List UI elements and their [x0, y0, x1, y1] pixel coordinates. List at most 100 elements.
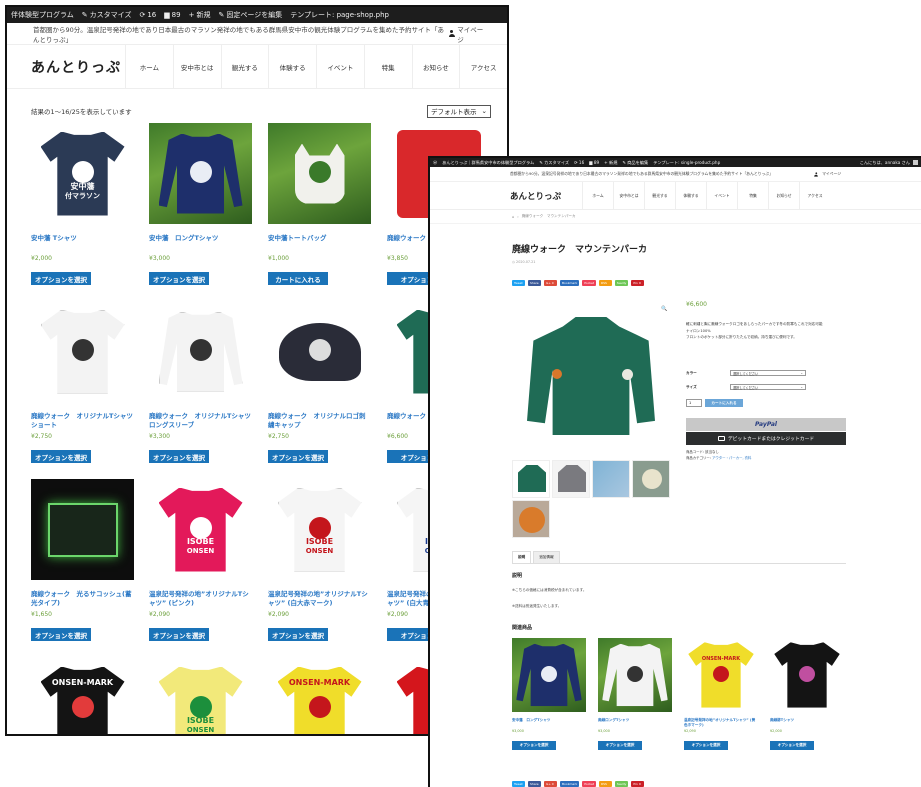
category-link[interactable]: アウター・パーカー, 衣料	[712, 456, 751, 460]
product-card[interactable]: 安中藩 ロングTシャツ ¥3,000 オプションを選択	[149, 123, 252, 285]
related-product-card[interactable]: 廃線ロングTシャツ ¥3,000 オプションを選択	[598, 638, 672, 750]
share-button[interactable]: RSS	[599, 280, 613, 286]
product-card[interactable]: 安中藩 付マラソン 安中藩 Tシャツ ¥2,000 オプションを選択	[31, 123, 134, 285]
product-card[interactable]: 廃線ウォーク 光るサコッシュ(蓄光タイプ) ¥1,650 オプションを選択	[31, 479, 134, 641]
admin-comments-link[interactable]: ▆ 89	[164, 11, 180, 19]
product-image[interactable]	[149, 123, 252, 224]
share-button[interactable]: Pocket	[582, 781, 597, 787]
front-admin-edit-link[interactable]: ✎ 商品を編集	[622, 160, 648, 166]
front-admin-comments-link[interactable]: ▆ 89	[589, 160, 599, 165]
product-main-image[interactable]	[512, 301, 670, 451]
related-product-name[interactable]: 温泉記号発祥の地”オリジナルTシャツ” (黄色ホマーク)	[684, 718, 758, 728]
nav-item[interactable]: 体験する	[268, 45, 316, 88]
related-product-card[interactable]: ONSEN-MARK 温泉記号発祥の地”オリジナルTシャツ” (黄色ホマーク) ¥2…	[684, 638, 758, 750]
nav-item[interactable]: お知らせ	[411, 45, 460, 88]
related-product-card[interactable]: 安中藩 ロングTシャツ ¥3,000 オプションを選択	[512, 638, 586, 750]
front-site-logo[interactable]: あんとりっぷ	[510, 190, 582, 202]
front-mypage-link[interactable]: マイページ	[813, 171, 841, 178]
product-image[interactable]: ONSEN-MARK	[31, 658, 134, 734]
share-button[interactable]: Share	[528, 280, 541, 286]
related-product-name[interactable]: 廃線跡Tシャツ	[770, 718, 844, 728]
product-card[interactable]: 安中藩トートバッグ ¥1,000 カートに入れる	[268, 123, 371, 285]
nav-item[interactable]: イベント	[706, 182, 737, 209]
front-admin-updates-link[interactable]: ⟳ 16	[574, 160, 584, 165]
related-product-card[interactable]: 廃線跡Tシャツ ¥2,000 オプションを選択	[770, 638, 844, 750]
product-image[interactable]: ONSEN-MARK	[268, 658, 371, 734]
nav-item[interactable]: アクセス	[799, 182, 830, 209]
share-button[interactable]: G+ 0	[544, 280, 557, 286]
home-icon[interactable]: ⌂	[512, 215, 514, 219]
nav-item[interactable]: 体験する	[675, 182, 706, 209]
thumbnail[interactable]	[592, 460, 630, 498]
product-name[interactable]: 廃線ウォーク オリジナルTシャツ ロングスリーブ	[149, 412, 257, 430]
share-button[interactable]: Pocket	[582, 280, 597, 286]
share-button[interactable]: feedly	[615, 781, 629, 787]
mypage-link[interactable]: マイページ	[448, 24, 487, 44]
select-options-button[interactable]: オプションを選択	[684, 741, 728, 750]
product-image[interactable]	[31, 301, 134, 402]
product-name[interactable]: 安中藩トートバッグ	[268, 234, 371, 252]
nav-item[interactable]: 安中市とは	[613, 182, 644, 209]
nav-item[interactable]: イベント	[316, 45, 364, 88]
nav-item[interactable]: ホーム	[125, 45, 173, 88]
admin-updates-link[interactable]: ⟳ 16	[139, 11, 156, 19]
product-image[interactable]	[268, 301, 371, 402]
product-card[interactable]: ISOBE ONSEN	[149, 658, 252, 734]
product-image[interactable]: 安中藩 付マラソン	[31, 123, 134, 224]
select-options-button[interactable]: オプションを選択	[31, 450, 91, 463]
quantity-input[interactable]: 1	[686, 399, 702, 407]
product-image[interactable]: ISOBEONSEN	[149, 479, 252, 580]
nav-item[interactable]: 観光する	[644, 182, 675, 209]
product-name[interactable]: 廃線ウォーク 光るサコッシュ(蓄光タイプ)	[31, 590, 134, 608]
share-button[interactable]: Bookmark	[560, 280, 580, 286]
product-image[interactable]: ISOBEONSEN	[149, 658, 252, 734]
admin-new-link[interactable]: + 新規	[189, 10, 211, 20]
select-options-button[interactable]: オプションを選択	[149, 628, 209, 641]
product-card[interactable]: 廃線ウォーク オリジナルTシャツ ロングスリーブ ¥3,300 オプションを選択	[149, 301, 257, 463]
select-options-button[interactable]: オプションを選択	[31, 272, 91, 285]
product-name[interactable]: 安中藩 Tシャツ	[31, 234, 134, 252]
product-name[interactable]: 温泉記号発祥の地”オリジナルTシャツ” (白大赤マーク)	[268, 590, 371, 608]
related-product-image[interactable]	[770, 638, 844, 712]
color-select[interactable]: 選択してください ⌄	[730, 370, 806, 376]
select-options-button[interactable]: オプションを選択	[268, 450, 328, 463]
front-admin-customize-link[interactable]: ✎ カスタマイズ	[539, 160, 569, 166]
product-image[interactable]	[268, 123, 371, 224]
nav-item[interactable]: 安中市とは	[172, 45, 221, 88]
related-product-image[interactable]	[598, 638, 672, 712]
select-options-button[interactable]: オプションを選択	[149, 450, 209, 463]
share-button[interactable]: feedly	[615, 280, 629, 286]
thumbnail[interactable]	[512, 500, 550, 538]
share-button[interactable]: Pin it	[631, 781, 645, 787]
product-card[interactable]: ONSEN-MARK	[31, 658, 134, 734]
nav-item[interactable]: 特集	[737, 182, 768, 209]
nav-item[interactable]: アクセス	[459, 45, 507, 88]
admin-edit-link[interactable]: ✎ 固定ページを編集	[218, 10, 282, 20]
size-select[interactable]: 選択してください ⌄	[730, 384, 806, 390]
tab-description[interactable]: 説明	[512, 551, 532, 563]
nav-item[interactable]: 観光する	[220, 45, 269, 88]
product-card[interactable]: ISOBE ONSEN 温泉記号発祥の地”オリジナルTシャツ” (ピンク) ¥2,09…	[149, 479, 252, 641]
product-card[interactable]: ISOBE ONSEN 温泉記号発祥の地”オリジナルTシャツ” (白大赤マーク) ¥2…	[268, 479, 371, 641]
wordpress-icon[interactable]: Ⓦ	[433, 160, 437, 166]
select-options-button[interactable]: オプションを選択	[598, 741, 642, 750]
select-options-button[interactable]: カートに入れる	[268, 272, 328, 285]
thumbnail[interactable]	[512, 460, 550, 498]
select-options-button[interactable]: オプションを選択	[512, 741, 556, 750]
nav-item[interactable]: ホーム	[582, 182, 613, 209]
select-options-button[interactable]: オプションを選択	[268, 628, 328, 641]
product-card[interactable]: ONSEN-MARK	[268, 658, 371, 734]
nav-item[interactable]: 特集	[363, 45, 412, 88]
related-product-image[interactable]	[512, 638, 586, 712]
admin-site-link[interactable]: 伴体験型プログラム	[11, 10, 74, 20]
related-product-image[interactable]: ONSEN-MARK	[684, 638, 758, 712]
add-to-cart-button[interactable]: カートに入れる	[705, 399, 743, 407]
share-button[interactable]: Pin it	[631, 280, 645, 286]
card-payment-button[interactable]: デビットカードまたはクレジットカード	[686, 432, 846, 445]
account-menu[interactable]: こんにちは、annaka さん	[860, 160, 918, 166]
product-name[interactable]: 廃線ウォーク オリジナルロゴ刺繍キャップ	[268, 412, 371, 430]
product-image[interactable]: ISOBEONSEN	[268, 479, 371, 580]
share-button[interactable]: Tweet	[512, 280, 525, 286]
share-button[interactable]: Share	[528, 781, 541, 787]
share-button[interactable]: RSS	[599, 781, 613, 787]
